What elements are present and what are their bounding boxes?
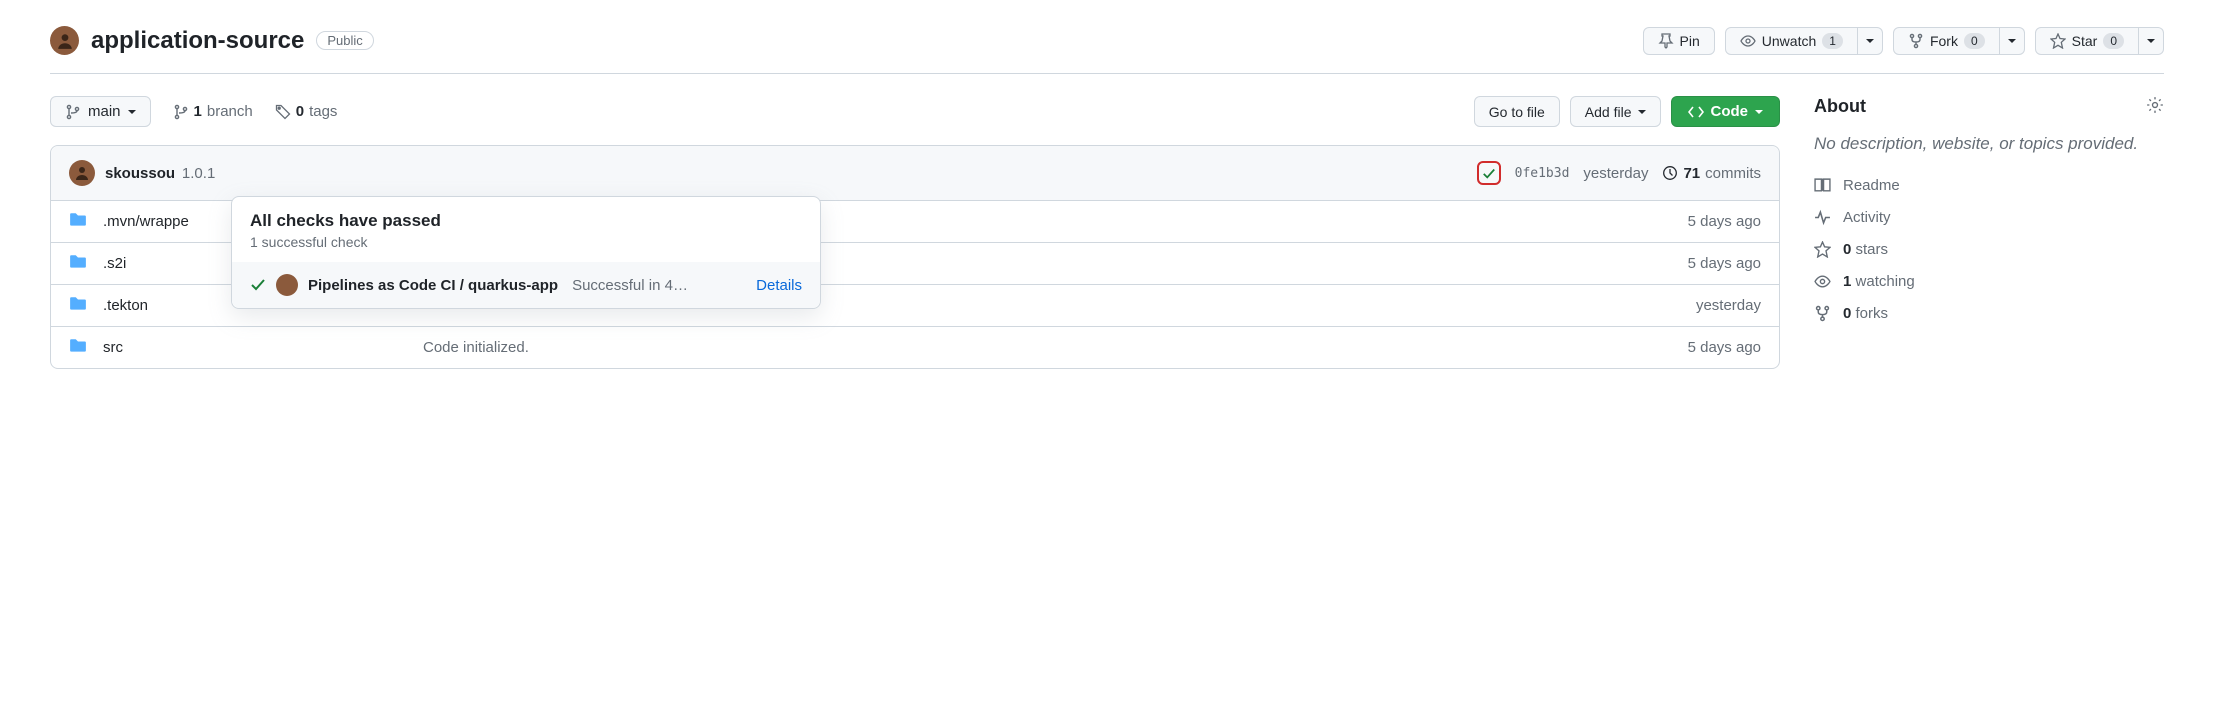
fork-icon	[1908, 33, 1924, 49]
chevron-down-icon	[2008, 39, 2016, 43]
chevron-down-icon	[128, 110, 136, 114]
commit-sha[interactable]: 0fe1b3d	[1515, 166, 1570, 181]
fork-group: Fork 0	[1893, 27, 2025, 55]
check-icon	[1482, 166, 1496, 180]
file-age: 5 days ago	[1621, 339, 1761, 356]
chevron-down-icon	[1638, 110, 1646, 114]
folder-icon	[69, 253, 89, 274]
star-group: Star 0	[2035, 27, 2164, 55]
tag-icon	[275, 104, 291, 120]
branch-select[interactable]: main	[50, 96, 151, 127]
code-button[interactable]: Code	[1671, 96, 1781, 127]
code-icon	[1688, 104, 1704, 120]
check-icon	[250, 276, 266, 295]
chevron-down-icon	[1866, 39, 1874, 43]
repo-title-wrap: application-source Public	[50, 26, 374, 55]
star-button[interactable]: Star 0	[2035, 27, 2139, 55]
file-link[interactable]: src	[103, 339, 123, 356]
branches-link[interactable]: 1 branch	[173, 103, 253, 120]
unwatch-button[interactable]: Unwatch 1	[1725, 27, 1858, 55]
commit-time: yesterday	[1583, 165, 1648, 182]
chevron-down-icon	[1755, 110, 1763, 114]
check-run-row: Pipelines as Code CI / quarkus-app Succe…	[232, 262, 820, 308]
fork-button[interactable]: Fork 0	[1893, 27, 2000, 55]
go-to-file-button[interactable]: Go to file	[1474, 96, 1560, 127]
about-heading: About	[1814, 96, 1866, 117]
commit-author[interactable]: skoussou	[105, 165, 175, 182]
file-box: skoussou 1.0.1 0fe1b3d yesterday 71 comm…	[50, 145, 1780, 369]
repo-action-buttons: Pin Unwatch 1 Fork 0 Star 0	[1643, 27, 2164, 55]
check-details-link[interactable]: Details	[756, 277, 802, 294]
check-run-name[interactable]: Pipelines as Code CI / quarkus-app	[308, 277, 558, 294]
file-age: yesterday	[1621, 297, 1761, 314]
ci-app-avatar	[276, 274, 298, 296]
fork-menu[interactable]	[2000, 27, 2025, 55]
branch-icon	[173, 104, 189, 120]
folder-icon	[69, 337, 89, 358]
file-link[interactable]: .mvn/wrappe	[103, 213, 189, 230]
checks-popover-subtitle: 1 successful check	[250, 234, 802, 250]
eye-icon	[1814, 273, 1831, 290]
fork-icon	[1814, 305, 1831, 322]
repo-name[interactable]: application-source	[91, 27, 304, 55]
check-run-status: Successful in 4…	[572, 277, 688, 294]
file-link[interactable]: .tekton	[103, 297, 148, 314]
file-link[interactable]: .s2i	[103, 255, 126, 272]
latest-commit-bar: skoussou 1.0.1 0fe1b3d yesterday 71 comm…	[51, 146, 1779, 201]
file-commit-msg[interactable]: Code initialized.	[423, 339, 1621, 356]
commit-author-avatar[interactable]	[69, 160, 95, 186]
pulse-icon	[1814, 209, 1831, 226]
file-nav: main 1 branch 0 tags Go to file Add file	[50, 96, 1780, 127]
commit-message[interactable]: 1.0.1	[182, 165, 215, 182]
pin-icon	[1658, 33, 1674, 49]
fork-count: 0	[1964, 33, 1985, 49]
unwatch-menu[interactable]	[1858, 27, 1883, 55]
book-icon	[1814, 177, 1831, 194]
about-description: No description, website, or topics provi…	[1814, 131, 2164, 157]
watching-link[interactable]: 1 watching	[1814, 273, 2164, 290]
stars-link[interactable]: 0 stars	[1814, 241, 2164, 258]
folder-icon	[69, 211, 89, 232]
watch-group: Unwatch 1	[1725, 27, 1883, 55]
checks-status-button[interactable]	[1477, 161, 1501, 185]
star-icon	[1814, 241, 1831, 258]
star-icon	[2050, 33, 2066, 49]
checks-popover: All checks have passed 1 successful chec…	[231, 196, 821, 309]
eye-icon	[1740, 33, 1756, 49]
forks-link[interactable]: 0 forks	[1814, 305, 2164, 322]
watch-count: 1	[1822, 33, 1843, 49]
person-icon	[74, 165, 90, 181]
checks-popover-title: All checks have passed	[250, 211, 802, 231]
pin-button[interactable]: Pin	[1643, 27, 1715, 55]
folder-icon	[69, 295, 89, 316]
file-age: 5 days ago	[1621, 213, 1761, 230]
readme-link[interactable]: Readme	[1814, 177, 2164, 194]
repo-header: application-source Public Pin Unwatch 1 …	[50, 20, 2164, 74]
owner-avatar[interactable]	[50, 26, 79, 55]
activity-link[interactable]: Activity	[1814, 209, 2164, 226]
branch-icon	[65, 104, 81, 120]
commits-link[interactable]: 71 commits	[1662, 165, 1761, 182]
file-age: 5 days ago	[1621, 255, 1761, 272]
file-row: src Code initialized.5 days ago	[51, 327, 1779, 368]
person-icon	[56, 32, 74, 50]
add-file-button[interactable]: Add file	[1570, 96, 1661, 127]
star-menu[interactable]	[2139, 27, 2164, 55]
visibility-badge: Public	[316, 31, 373, 50]
star-count: 0	[2103, 33, 2124, 49]
tags-link[interactable]: 0 tags	[275, 103, 338, 120]
history-icon	[1662, 165, 1678, 181]
chevron-down-icon	[2147, 39, 2155, 43]
repo-settings-button[interactable]	[2146, 96, 2164, 117]
gear-icon	[2146, 96, 2164, 114]
